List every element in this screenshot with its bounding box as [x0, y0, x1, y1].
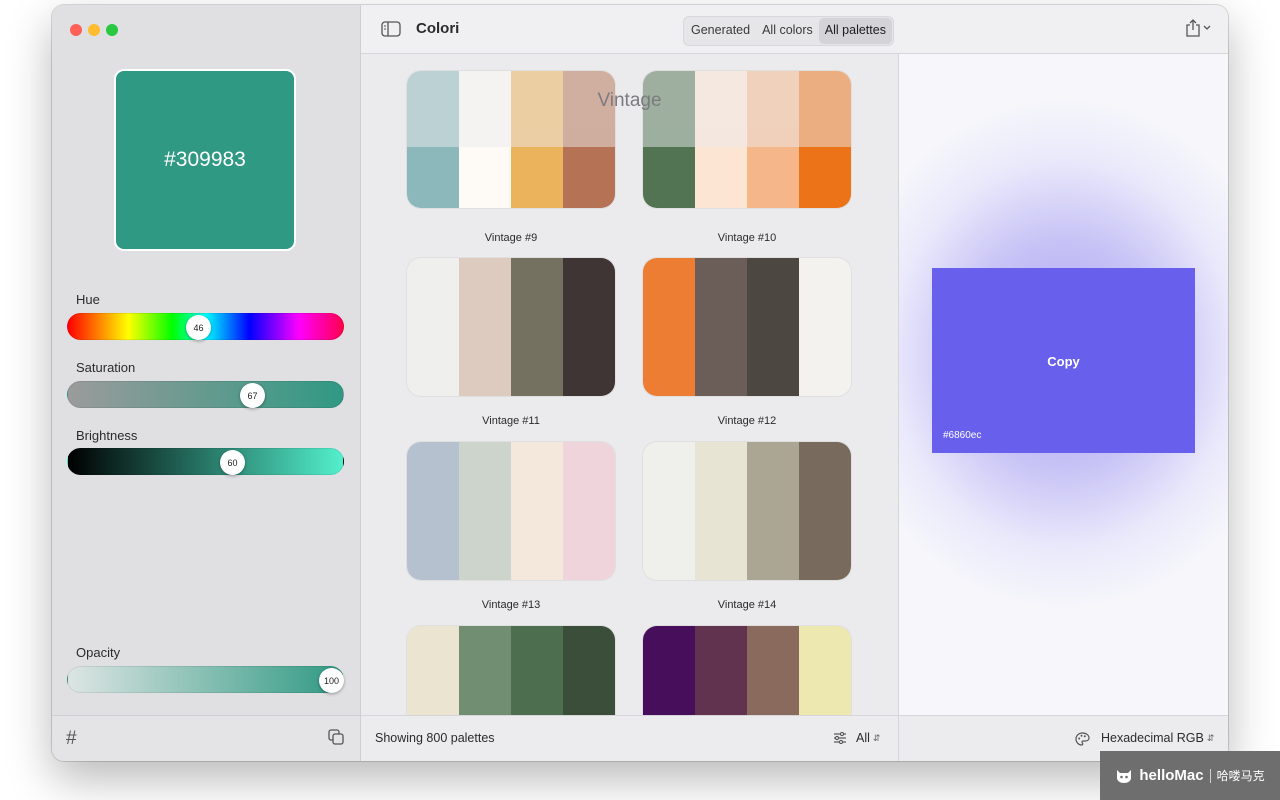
palette-swatch: [643, 626, 695, 715]
palette-swatch: [747, 626, 799, 715]
palette-swatch: [799, 442, 851, 580]
palette-count: Showing 800 palettes: [375, 731, 495, 745]
palette-swatch: [511, 147, 563, 208]
current-color-swatch[interactable]: #309983: [114, 69, 296, 251]
palette-swatch: [511, 258, 563, 396]
tab-all-palettes[interactable]: All palettes: [818, 18, 892, 44]
palette-name: Vintage #9: [484, 232, 538, 244]
hue-slider-handle[interactable]: 46: [186, 315, 211, 340]
palette-swatch: [799, 147, 851, 208]
updown-chevron-icon: ⇵: [872, 733, 881, 743]
color-format-select[interactable]: Hexadecimal RGB ⇵: [1101, 731, 1214, 745]
color-preview-pane: Copy #6860ec: [898, 54, 1228, 715]
share-icon: [1186, 19, 1200, 37]
preview-hex-label: #6860ec: [943, 430, 982, 441]
close-window-button[interactable]: [70, 24, 82, 36]
palette-swatch: [695, 258, 747, 396]
saturation-label: Saturation: [76, 360, 136, 375]
palette-swatch: [799, 626, 851, 715]
palette-swatch: [407, 147, 459, 208]
app-title: Colori: [416, 20, 460, 37]
palette-swatch: [511, 626, 563, 715]
copy-button-label[interactable]: Copy: [932, 354, 1195, 369]
view-segmented-control: Generated All colors All palettes: [683, 16, 894, 46]
palette-card[interactable]: [643, 258, 851, 396]
opacity-slider-handle[interactable]: 100: [319, 668, 344, 693]
palette-swatch: [643, 442, 695, 580]
hue-label: Hue: [76, 292, 100, 307]
sidebar-toggle-icon[interactable]: [381, 21, 401, 37]
filter-icon[interactable]: [833, 732, 847, 744]
palette-swatch: [511, 442, 563, 580]
saturation-slider-handle[interactable]: 67: [240, 383, 265, 408]
updown-chevron-icon: ⇵: [1206, 733, 1215, 743]
watermark-cn: 哈喽马克: [1216, 769, 1265, 783]
palette-swatch: [407, 626, 459, 715]
palette-swatch: [459, 258, 511, 396]
palette-swatch: [695, 442, 747, 580]
current-color-hex: #309983: [164, 148, 246, 171]
section-header: Vintage: [597, 90, 662, 111]
watermark-divider: [1209, 768, 1211, 783]
palette-list-footer: Showing 800 palettes All ⇵: [361, 715, 898, 761]
saturation-slider[interactable]: 67: [67, 381, 344, 408]
chevron-down-icon: [1203, 25, 1211, 30]
sidebar-footer: #: [52, 715, 360, 761]
palette-swatch: [459, 626, 511, 715]
palette-swatch: [459, 147, 511, 208]
palette-swatch: [747, 258, 799, 396]
palette-swatch: [563, 626, 615, 715]
palette-swatch: [747, 442, 799, 580]
app-window: #309983 Hue 46 Saturation 67 Brightness …: [52, 5, 1228, 761]
palette-card[interactable]: [407, 626, 615, 715]
palette-filter-select[interactable]: All ⇵: [856, 731, 880, 745]
opacity-slider[interactable]: 100: [67, 666, 344, 693]
minimize-window-button[interactable]: [88, 24, 100, 36]
palette-card[interactable]: [407, 258, 615, 396]
palette-swatch: [643, 258, 695, 396]
palette-swatch: [747, 147, 799, 208]
palette-card[interactable]: [643, 442, 851, 580]
palette-swatch: [643, 147, 695, 208]
hex-input-icon[interactable]: #: [66, 728, 77, 750]
palette-swatch: [695, 626, 747, 715]
brightness-slider-handle[interactable]: 60: [220, 450, 245, 475]
palette-swatch: [563, 147, 615, 208]
palette-name: Vintage #11: [482, 415, 540, 427]
watermark: helloMac 哈喽马克: [1100, 751, 1280, 800]
tab-generated[interactable]: Generated: [685, 18, 756, 44]
brightness-slider[interactable]: 60: [67, 448, 344, 475]
brightness-label: Brightness: [76, 428, 138, 443]
palette-swatch: [563, 442, 615, 580]
palette-swatch: [407, 258, 459, 396]
hue-slider[interactable]: 46: [67, 313, 344, 340]
palette-name: Vintage #10: [717, 232, 777, 244]
palette-swatch: [407, 442, 459, 580]
palette-swatch: [799, 258, 851, 396]
color-editor-sidebar: #309983 Hue 46 Saturation 67 Brightness …: [52, 5, 361, 761]
palette-name: Vintage #13: [481, 599, 541, 611]
palette-swatch: [459, 442, 511, 580]
palette-icon: [1075, 732, 1090, 746]
hellomac-logo-icon: [1117, 769, 1132, 783]
toolbar: Colori Generated All colors All palettes: [361, 5, 1228, 54]
palette-card[interactable]: [407, 442, 615, 580]
zoom-window-button[interactable]: [106, 24, 118, 36]
share-button[interactable]: [1185, 19, 1211, 37]
opacity-label: Opacity: [76, 645, 121, 660]
palette-filter-value: All: [856, 731, 870, 745]
watermark-brand: helloMac: [1139, 767, 1204, 784]
palette-swatch: [563, 258, 615, 396]
preview-color-block[interactable]: Copy #6860ec: [932, 268, 1195, 453]
color-format-value: Hexadecimal RGB: [1101, 731, 1204, 745]
palette-card[interactable]: [643, 626, 851, 715]
tab-all-colors[interactable]: All colors: [756, 18, 819, 44]
palette-name: Vintage #12: [717, 415, 777, 427]
palette-list: Vintage Vintage #9 Vintage #10 Vintage #…: [361, 54, 898, 715]
palette-swatch: [695, 147, 747, 208]
copy-color-icon[interactable]: [328, 729, 344, 745]
palette-name: Vintage #14: [717, 599, 777, 611]
